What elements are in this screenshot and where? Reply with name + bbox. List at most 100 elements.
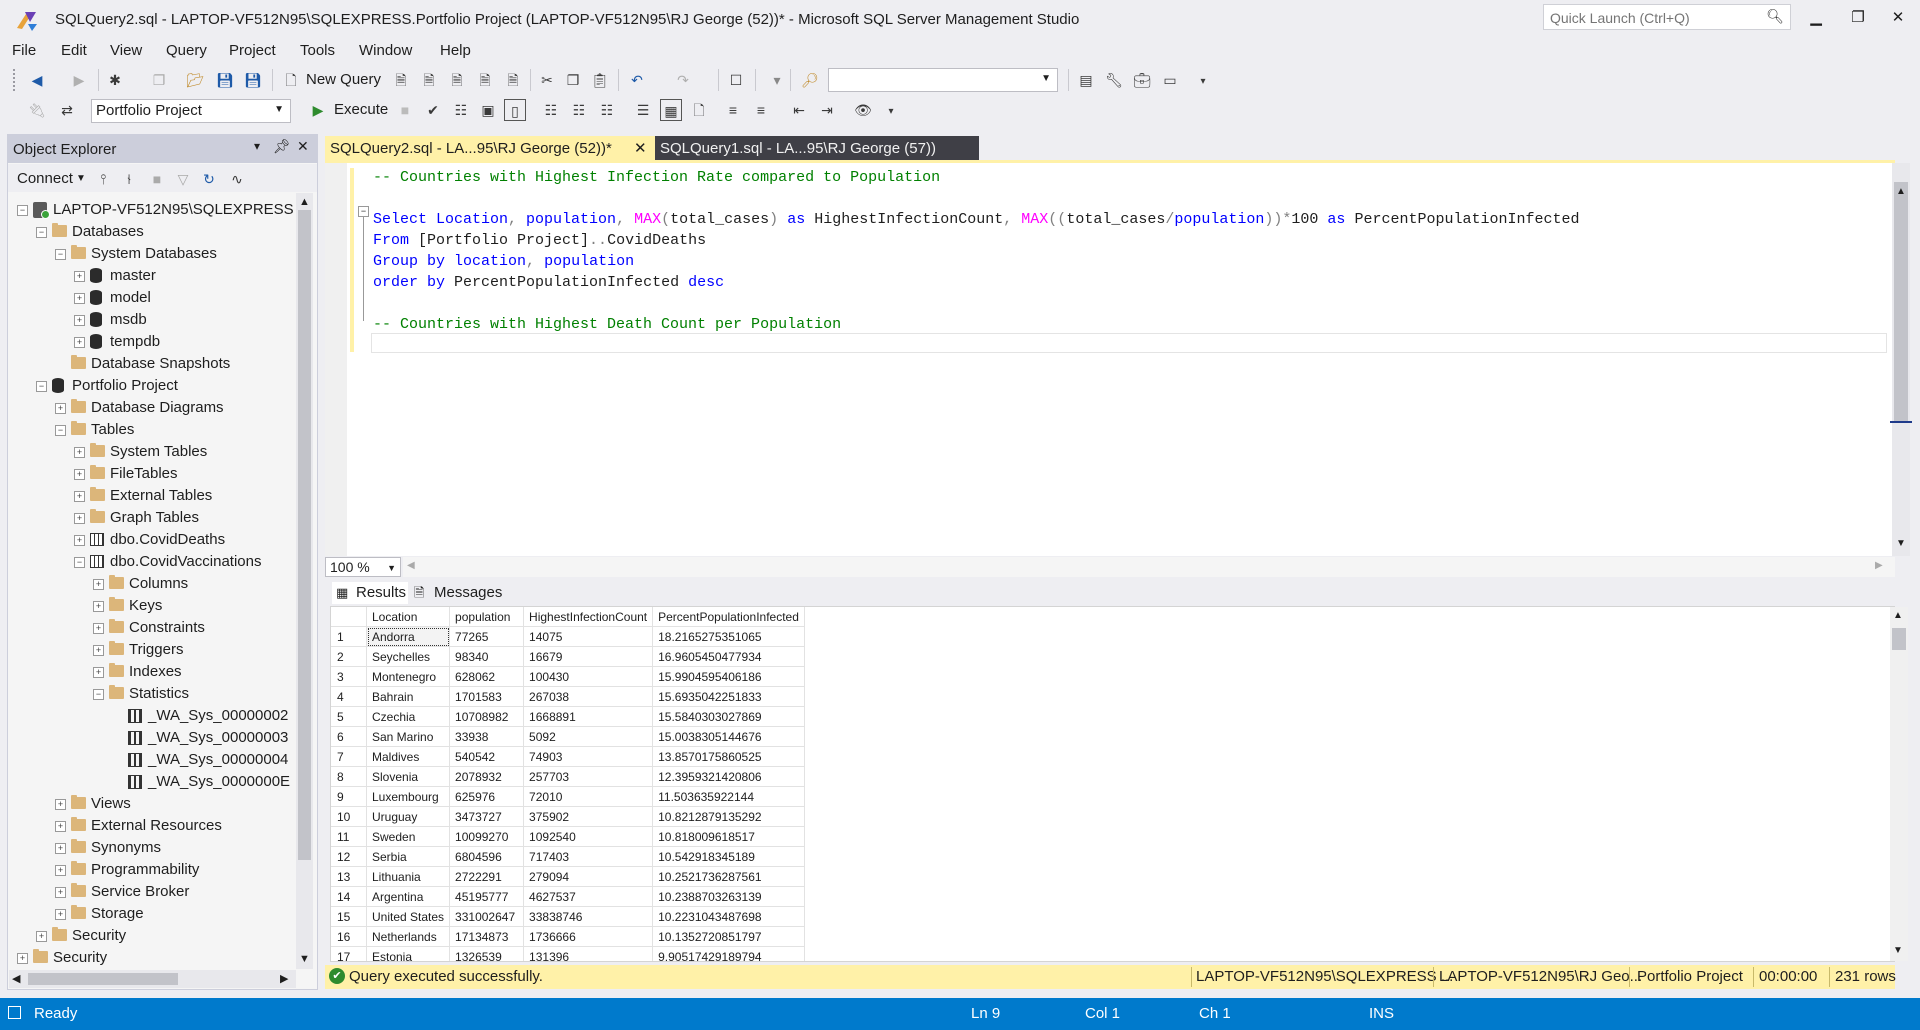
results-to-text-icon[interactable]: ☰	[632, 99, 654, 121]
table-cell[interactable]: 74903	[523, 746, 654, 767]
expand-icon[interactable]: +	[74, 469, 85, 480]
tab-results[interactable]: ▦ Results	[332, 582, 408, 604]
new-query-button[interactable]: New Query	[306, 71, 381, 88]
properties-icon[interactable]: 🔧︎	[1103, 69, 1125, 91]
collapse-icon[interactable]: −	[93, 689, 104, 700]
table-cell[interactable]: 375902	[523, 806, 654, 827]
table-cell[interactable]: 18.2165275351065	[652, 626, 805, 647]
intellisense-icon[interactable]: ▯	[504, 99, 526, 121]
mdx-query-icon[interactable]: 🗎	[418, 69, 440, 91]
table-cell[interactable]: 100430	[523, 666, 654, 687]
tab-sqlquery1[interactable]: SQLQuery1.sql - LA...95\RJ George (57))	[655, 136, 979, 162]
table-cell[interactable]: 72010	[523, 786, 654, 807]
client-stats-icon[interactable]: ☷	[596, 99, 618, 121]
maximize-button[interactable]: ❐	[1843, 6, 1873, 30]
table-row[interactable]: 1 Andorra 77265 14075 18.2165275351065	[331, 626, 805, 647]
expand-icon[interactable]: +	[55, 887, 66, 898]
results-to-grid-icon[interactable]: ▦	[660, 99, 682, 121]
table-cell[interactable]: San Marino	[366, 726, 451, 747]
collapse-icon[interactable]: −	[358, 206, 369, 217]
table-cell[interactable]: 33838746	[523, 906, 654, 927]
table-cell[interactable]: 3473727	[449, 806, 525, 827]
table-cell[interactable]: Uruguay	[366, 806, 451, 827]
table-cell[interactable]: 1326539	[449, 946, 525, 961]
table-cell[interactable]: 14075	[523, 626, 654, 647]
table-row[interactable]: 13 Lithuania 2722291 279094 10.2521736287561	[331, 866, 805, 887]
expand-icon[interactable]: +	[93, 623, 104, 634]
table-cell[interactable]: 2722291	[449, 866, 525, 887]
editor-horizontal-scrollbar[interactable]	[403, 557, 1895, 577]
table-cell[interactable]: Lithuania	[366, 866, 451, 887]
table-cell[interactable]: 10.2521736287561	[652, 866, 805, 887]
expand-icon[interactable]: +	[74, 491, 85, 502]
dmx-query-icon[interactable]: 🗎	[446, 69, 468, 91]
table-cell[interactable]: 45195777	[449, 886, 525, 907]
table-row[interactable]: 8 Slovenia 2078932 257703 12.3959321420806	[331, 766, 805, 787]
row-number[interactable]: 2	[331, 646, 367, 667]
scroll-up-icon[interactable]: ▲	[1893, 610, 1903, 621]
collapse-icon[interactable]: −	[74, 557, 85, 568]
table-cell[interactable]: 1701583	[449, 686, 525, 707]
table-cell[interactable]: Estonia	[366, 946, 451, 961]
table-cell[interactable]: 2078932	[449, 766, 525, 787]
table-cell[interactable]: 1092540	[523, 826, 654, 847]
expand-icon[interactable]: +	[74, 293, 85, 304]
estimated-plan-icon[interactable]: ☷	[450, 99, 472, 121]
chevron-down-icon[interactable]: ▼	[1041, 73, 1051, 84]
table-cell[interactable]: 540542	[449, 746, 525, 767]
column-header[interactable]: population	[449, 607, 525, 627]
table-cell[interactable]: Maldives	[366, 746, 451, 767]
table-cell[interactable]: United States	[366, 906, 451, 927]
collapse-icon[interactable]: −	[55, 425, 66, 436]
table-cell[interactable]: Sweden	[366, 826, 451, 847]
table-cell[interactable]: 1736666	[523, 926, 654, 947]
table-cell[interactable]: 98340	[449, 646, 525, 667]
table-cell[interactable]: 15.0038305144676	[652, 726, 805, 747]
scroll-up-icon[interactable]: ▲	[1896, 186, 1906, 197]
code-line[interactable]: -- Countries with Highest Infection Rate…	[373, 167, 940, 188]
row-number[interactable]: 16	[331, 926, 367, 947]
code-line[interactable]: From [Portfolio Project]..CovidDeaths	[373, 230, 706, 251]
table-cell[interactable]: 15.6935042251833	[652, 686, 805, 707]
expand-icon[interactable]: +	[74, 447, 85, 458]
table-cell[interactable]: Bahrain	[366, 686, 451, 707]
table-cell[interactable]: Argentina	[366, 886, 451, 907]
table-row[interactable]: 15 United States 331002647 33838746 10.22310…	[331, 906, 805, 927]
table-cell[interactable]: 1668891	[523, 706, 654, 727]
scroll-down-icon[interactable]: ▼	[1893, 945, 1903, 956]
table-cell[interactable]: 331002647	[449, 906, 525, 927]
row-number[interactable]: 13	[331, 866, 367, 887]
row-number[interactable]: 17	[331, 946, 367, 961]
scroll-left-icon[interactable]: ◀	[407, 560, 415, 571]
zoom-select[interactable]: 100 % ▼	[325, 557, 401, 577]
expand-icon[interactable]: +	[93, 645, 104, 656]
row-number[interactable]: 4	[331, 686, 367, 707]
expand-icon[interactable]: +	[93, 601, 104, 612]
scroll-down-icon[interactable]: ▼	[299, 953, 310, 965]
code-line[interactable]: Select Location, population, MAX(total_c…	[373, 209, 1579, 230]
collapse-icon[interactable]: −	[17, 205, 28, 216]
column-header[interactable]: HighestInfectionCount	[523, 607, 654, 627]
tree-hscroll-thumb[interactable]	[28, 973, 178, 985]
table-row[interactable]: 12 Serbia 6804596 717403 10.542918345189	[331, 846, 805, 867]
paste-icon[interactable]: 📋︎	[589, 69, 611, 91]
close-icon[interactable]: ✕	[297, 138, 309, 155]
expand-icon[interactable]: +	[93, 667, 104, 678]
menu-tools[interactable]: Tools	[300, 42, 335, 59]
scroll-right-icon[interactable]: ▶	[1875, 560, 1883, 571]
row-number[interactable]: 11	[331, 826, 367, 847]
code-line[interactable]: Group by location, population	[373, 251, 634, 272]
table-row[interactable]: 10 Uruguay 3473727 375902 10.8212879135292	[331, 806, 805, 827]
table-cell[interactable]: Luxembourg	[366, 786, 451, 807]
table-cell[interactable]: Montenegro	[366, 666, 451, 687]
row-number[interactable]: 1	[331, 626, 367, 647]
output-window-icon[interactable]: ▭	[1159, 69, 1181, 91]
table-row[interactable]: 17 Estonia 1326539 131396 9.90517429189794	[331, 946, 805, 961]
expand-icon[interactable]: +	[55, 843, 66, 854]
column-header[interactable]: PercentPopulationInfected	[652, 607, 805, 627]
table-cell[interactable]: 625976	[449, 786, 525, 807]
table-cell[interactable]: 12.3959321420806	[652, 766, 805, 787]
table-cell[interactable]: 13.8570175860525	[652, 746, 805, 767]
table-cell[interactable]: 10.2231043487698	[652, 906, 805, 927]
activity-monitor-icon[interactable]: ☐	[725, 69, 747, 91]
